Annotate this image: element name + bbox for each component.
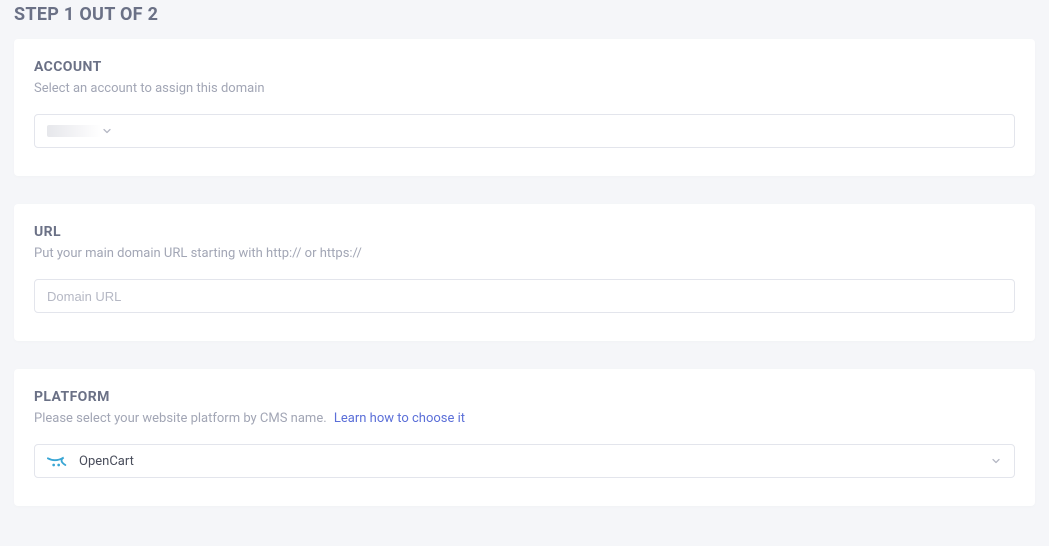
platform-description: Please select your website platform by C… — [34, 411, 1015, 426]
url-heading: URL — [34, 224, 1015, 240]
platform-heading: PLATFORM — [34, 389, 1015, 405]
platform-select[interactable]: OpenCart — [34, 444, 1015, 478]
learn-how-link[interactable]: Learn how to choose it — [334, 411, 465, 426]
platform-card: PLATFORM Please select your website plat… — [14, 369, 1035, 506]
step-title: STEP 1 OUT OF 2 — [14, 0, 1035, 39]
account-card: ACCOUNT Select an account to assign this… — [14, 39, 1035, 176]
url-description: Put your main domain URL starting with h… — [34, 246, 1015, 261]
chevron-down-icon — [990, 452, 1002, 471]
platform-selected-value: OpenCart — [79, 454, 990, 469]
url-input[interactable] — [34, 279, 1015, 313]
account-selected-value — [47, 125, 101, 137]
opencart-icon — [47, 452, 67, 471]
url-card: URL Put your main domain URL starting wi… — [14, 204, 1035, 341]
platform-description-text: Please select your website platform by C… — [34, 411, 327, 426]
account-select[interactable] — [34, 114, 1015, 148]
account-heading: ACCOUNT — [34, 59, 1015, 75]
chevron-down-icon — [101, 122, 113, 141]
account-description: Select an account to assign this domain — [34, 81, 1015, 96]
